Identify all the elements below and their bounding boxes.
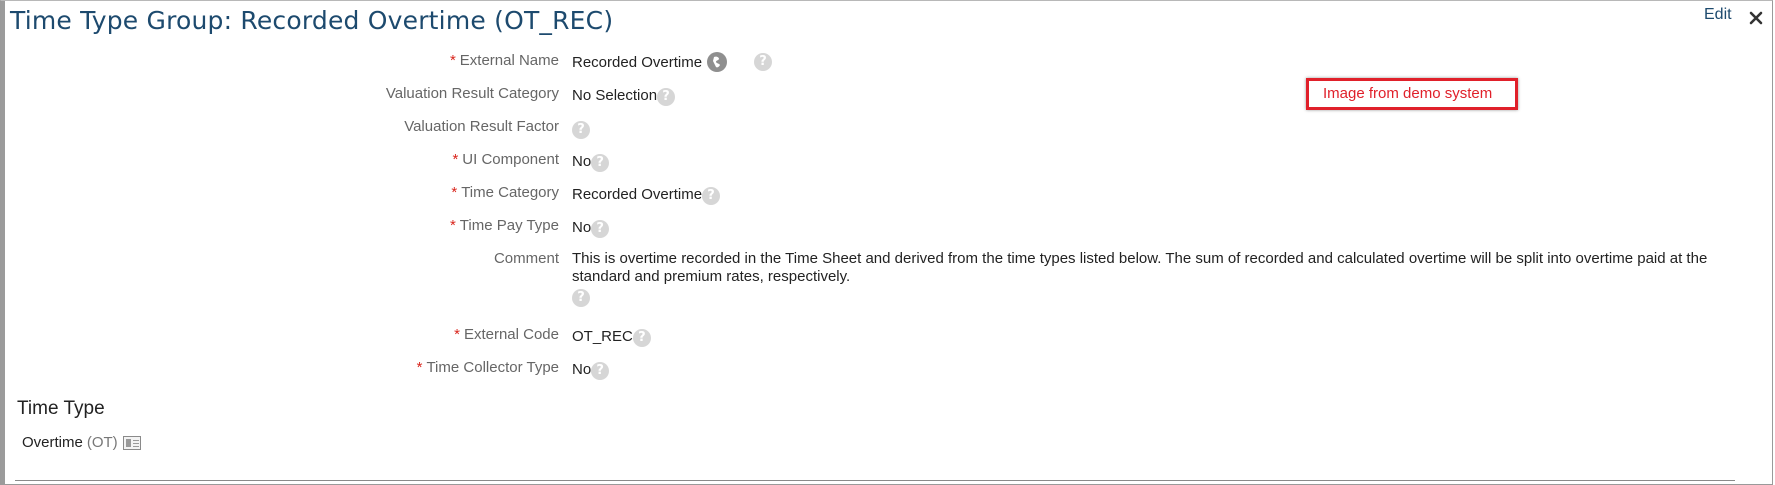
divider xyxy=(15,480,1735,481)
time-type-name: Overtime xyxy=(22,434,83,451)
field-row-time-pay-type: * Time Pay Type No ? xyxy=(0,217,1775,239)
edit-link[interactable]: Edit xyxy=(1704,6,1732,24)
required-marker: * xyxy=(451,184,458,201)
field-label-valuation-result-factor: Valuation Result Factor xyxy=(404,118,559,135)
field-value-valuation-result-factor: ? xyxy=(572,118,590,139)
field-label-ui-component: * UI Component xyxy=(452,151,559,168)
field-label-valuation-result-category: Valuation Result Category xyxy=(385,85,559,102)
field-row-time-collector-type: * Time Collector Type No ? xyxy=(0,359,1775,381)
field-row-external-name: * External Name Recorded Overtime ? xyxy=(0,52,1775,74)
close-icon[interactable] xyxy=(1746,6,1766,28)
field-row-time-category: * Time Category Recorded Overtime ? xyxy=(0,184,1775,206)
page-title: Time Type Group: Recorded Overtime (OT_R… xyxy=(10,6,614,35)
help-circle-icon[interactable]: ? xyxy=(702,187,721,205)
field-label-time-category: * Time Category xyxy=(451,184,559,201)
required-marker: * xyxy=(449,217,456,234)
field-value-time-collector-type: No ? xyxy=(572,359,610,380)
detail-card-icon[interactable] xyxy=(122,435,141,450)
time-type-item: Overtime (OT) xyxy=(22,434,141,451)
help-circle-icon[interactable]: ? xyxy=(591,154,610,172)
field-label-external-name: * External Name xyxy=(449,52,559,69)
help-circle-icon[interactable]: ? xyxy=(591,220,610,238)
field-value-time-category: Recorded Overtime ? xyxy=(572,184,721,205)
field-row-external-code: * External Code OT_REC ? xyxy=(0,326,1775,348)
required-marker: * xyxy=(416,359,423,376)
comment-text: This is overtime recorded in the Time Sh… xyxy=(572,250,1708,285)
time-type-section-title: Time Type xyxy=(17,398,105,419)
field-value-time-pay-type: No ? xyxy=(572,217,610,238)
help-circle-icon[interactable]: ? xyxy=(591,362,610,380)
globe-icon[interactable] xyxy=(707,52,728,72)
field-value-valuation-result-category: No Selection ? xyxy=(572,85,676,106)
field-row-valuation-result-factor: Valuation Result Factor ? xyxy=(0,118,1775,140)
field-value-external-code: OT_REC ? xyxy=(572,326,651,347)
field-value-comment: This is overtime recorded in the Time Sh… xyxy=(572,250,1722,307)
required-marker: * xyxy=(452,151,459,168)
field-label-time-collector-type: * Time Collector Type xyxy=(416,359,559,376)
field-label-time-pay-type: * Time Pay Type xyxy=(449,217,559,234)
field-label-comment: Comment xyxy=(493,250,559,267)
help-circle-icon[interactable]: ? xyxy=(632,329,651,347)
field-label-external-code: * External Code xyxy=(454,326,559,343)
field-row-ui-component: * UI Component No ? xyxy=(0,151,1775,173)
close-button[interactable] xyxy=(1746,6,1766,28)
help-circle-icon[interactable]: ? xyxy=(657,88,676,106)
field-row-comment: Comment This is overtime recorded in the… xyxy=(0,250,1775,314)
help-circle-icon[interactable]: ? xyxy=(572,121,590,139)
help-circle-icon[interactable]: ? xyxy=(754,53,773,71)
demo-system-annotation: Image from demo system xyxy=(1306,78,1518,110)
field-value-ui-component: No ? xyxy=(572,151,610,172)
field-value-external-name: Recorded Overtime ? xyxy=(572,52,773,72)
required-marker: * xyxy=(449,52,456,69)
time-type-code: (OT) xyxy=(86,434,118,451)
required-marker: * xyxy=(454,326,460,343)
help-circle-icon[interactable]: ? xyxy=(572,289,590,307)
